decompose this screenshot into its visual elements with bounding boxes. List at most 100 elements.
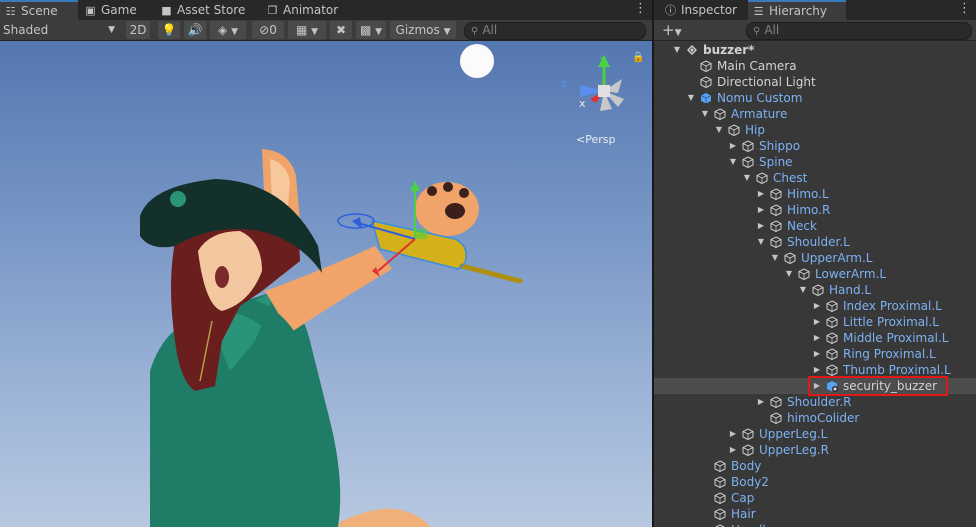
gameobject-cube-icon xyxy=(770,412,782,425)
hierarchy-item-label: Headle xyxy=(731,522,773,527)
hierarchy-row[interactable]: ▶ UpperLeg.R xyxy=(654,442,976,458)
hierarchy-row[interactable]: ▶ Index Proximal.L xyxy=(654,298,976,314)
grid-icon: ☷ xyxy=(5,5,16,18)
crossed-tools-icon: ✖ xyxy=(335,23,347,37)
expand-arrow-down-icon[interactable]: ▼ xyxy=(728,154,738,170)
paw-toe xyxy=(459,188,469,198)
gameobject-cube-icon xyxy=(742,444,754,457)
expand-arrow-down-icon[interactable]: ▼ xyxy=(770,250,780,266)
effects-dropdown[interactable]: ◈ ▼ xyxy=(210,21,246,39)
gizmos-dropdown[interactable]: Gizmos ▼ xyxy=(390,21,456,39)
hierarchy-row[interactable]: ▶ Himo.R xyxy=(654,202,976,218)
hierarchy-row[interactable]: ▶ Ring Proximal.L xyxy=(654,346,976,362)
hierarchy-row[interactable]: ▶ Middle Proximal.L xyxy=(654,330,976,346)
expand-arrow-down-icon[interactable]: ▼ xyxy=(714,122,724,138)
grid-snap-dropdown[interactable]: ▦ ▼ xyxy=(288,21,326,39)
hierarchy-row[interactable]: ▼ Hand.L xyxy=(654,282,976,298)
hierarchy-row[interactable]: Headle xyxy=(654,522,976,527)
expand-arrow-right-icon[interactable]: ▶ xyxy=(728,442,738,458)
expand-arrow-down-icon[interactable]: ▼ xyxy=(756,234,766,250)
hierarchy-row[interactable]: ▼ Shoulder.L xyxy=(654,234,976,250)
expand-arrow-right-icon[interactable]: ▶ xyxy=(728,138,738,154)
grid-snap-icon: ▦ xyxy=(295,23,308,37)
expand-arrow-right-icon[interactable]: ▶ xyxy=(812,346,822,362)
gameobject-cube-icon xyxy=(798,268,810,281)
lock-icon[interactable]: 🔒 xyxy=(632,52,644,63)
hierarchy-row[interactable]: Body2 xyxy=(654,474,976,490)
tab-game[interactable]: ▣ Game xyxy=(80,0,160,20)
tools-button[interactable]: ✖ xyxy=(330,21,352,39)
hierarchy-row[interactable]: ▶ Little Proximal.L xyxy=(654,314,976,330)
hierarchy-row[interactable]: ▼ Armature xyxy=(654,106,976,122)
gameobject-cube-icon xyxy=(826,332,838,345)
hierarchy-row[interactable]: himoColider xyxy=(654,410,976,426)
expand-arrow-right-icon[interactable]: ▶ xyxy=(756,218,766,234)
gameobject-cube-icon xyxy=(756,172,768,185)
gameobject-cube-icon xyxy=(770,236,782,249)
hierarchy-row[interactable]: ▼ Nomu Custom xyxy=(654,90,976,106)
tab-inspector[interactable]: ⓘ Inspector xyxy=(660,0,748,20)
scene-menu-icon[interactable]: ⋮ xyxy=(634,1,647,16)
hierarchy-row[interactable]: Body xyxy=(654,458,976,474)
hierarchy-menu-icon[interactable]: ⋮ xyxy=(958,1,971,16)
audio-toggle-button[interactable]: 🔊 xyxy=(184,21,206,39)
hierarchy-row[interactable]: ▼ Spine xyxy=(654,154,976,170)
gameobject-cube-icon xyxy=(700,60,712,73)
gizmo-plane-handle[interactable] xyxy=(415,229,427,239)
hierarchy-row[interactable]: ▶ UpperLeg.L xyxy=(654,426,976,442)
scene-search-input[interactable]: ⚲ All xyxy=(464,22,646,40)
expand-arrow-down-icon[interactable]: ▼ xyxy=(784,266,794,282)
hierarchy-row[interactable]: Directional Light xyxy=(654,74,976,90)
hierarchy-row[interactable]: ▼ LowerArm.L xyxy=(654,266,976,282)
expand-arrow-right-icon[interactable]: ▶ xyxy=(812,314,822,330)
hierarchy-item-label: Shoulder.L xyxy=(787,235,850,249)
hierarchy-row[interactable]: ▼ Hip xyxy=(654,122,976,138)
tab-hierarchy[interactable]: ☰ Hierarchy xyxy=(748,0,846,21)
hierarchy-row[interactable]: ▼ Chest xyxy=(654,170,976,186)
expand-arrow-down-icon[interactable]: ▼ xyxy=(798,282,808,298)
tab-scene[interactable]: ☷ Scene xyxy=(0,0,78,21)
hierarchy-row[interactable]: Hair xyxy=(654,506,976,522)
gizmo-y-arrow[interactable] xyxy=(410,181,420,191)
expand-arrow-down-icon[interactable]: ▼ xyxy=(686,90,696,106)
expand-arrow-down-icon[interactable]: ▼ xyxy=(672,42,682,58)
hierarchy-row[interactable]: ▶ Himo.L xyxy=(654,186,976,202)
hierarchy-row[interactable]: ▶ Neck xyxy=(654,218,976,234)
hierarchy-item-label: Nomu Custom xyxy=(717,91,803,105)
hierarchy-row[interactable]: Cap xyxy=(654,490,976,506)
expand-arrow-down-icon[interactable]: ▼ xyxy=(742,170,752,186)
tab-animator[interactable]: ❐ Animator xyxy=(262,0,352,20)
lighting-toggle-button[interactable]: 💡 xyxy=(158,21,180,39)
hierarchy-search-input[interactable]: ⚲ All xyxy=(746,22,972,40)
expand-arrow-right-icon[interactable]: ▶ xyxy=(812,298,822,314)
hierarchy-item-label: Hair xyxy=(731,507,756,521)
hierarchy-item-label: Little Proximal.L xyxy=(843,315,939,329)
expand-arrow-right-icon[interactable]: ▶ xyxy=(756,202,766,218)
expand-arrow-right-icon[interactable]: ▶ xyxy=(756,186,766,202)
gameobject-cube-icon xyxy=(770,188,782,201)
expand-arrow-down-icon[interactable]: ▼ xyxy=(700,106,710,122)
scene-row[interactable]: ▼ buzzer* xyxy=(654,42,976,58)
scene-viewport[interactable]: y z x 🔒 <Persp xyxy=(0,41,652,527)
hierarchy-row[interactable]: ▶ security_buzzer xyxy=(654,376,976,396)
camera-dropdown[interactable]: ▩ ▼ xyxy=(356,21,386,39)
hidden-objects-button[interactable]: ⊘0 xyxy=(252,21,284,39)
expand-arrow-right-icon[interactable]: ▶ xyxy=(812,330,822,346)
buzzer-handle xyxy=(459,263,523,284)
hierarchy-row[interactable]: Main Camera xyxy=(654,58,976,74)
shading-mode-dropdown[interactable]: Shaded ▼ xyxy=(3,21,119,39)
2d-toggle-button[interactable]: 2D xyxy=(126,21,150,39)
gameobject-cube-icon xyxy=(700,92,712,104)
tab-asset-store[interactable]: ■ Asset Store xyxy=(156,0,256,20)
hierarchy-row[interactable]: ▼ UpperArm.L xyxy=(654,250,976,266)
projection-label[interactable]: <Persp xyxy=(576,133,615,146)
gameobject-cube-icon xyxy=(714,476,726,489)
create-dropdown[interactable]: +▼ xyxy=(662,21,688,39)
hierarchy-item-label: Hand.L xyxy=(829,283,872,297)
hierarchy-item-label: himoColider xyxy=(787,411,860,425)
camera-icon: ▩ xyxy=(359,23,372,37)
expand-arrow-right-icon[interactable]: ▶ xyxy=(728,426,738,442)
expand-arrow-right-icon[interactable]: ▶ xyxy=(756,394,766,410)
hierarchy-row[interactable]: ▶ Shippo xyxy=(654,138,976,154)
hierarchy-row[interactable]: ▶ Shoulder.R xyxy=(654,394,976,410)
